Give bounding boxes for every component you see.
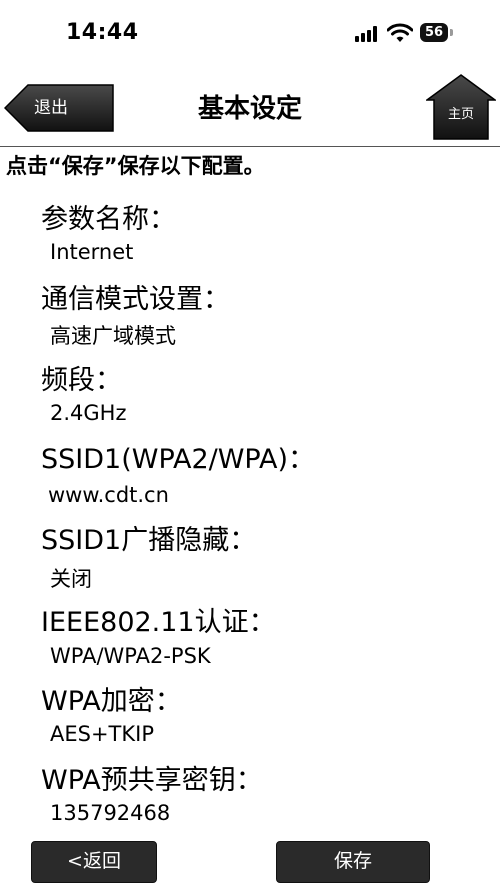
battery-level: 56 <box>424 25 444 40</box>
wifi-icon <box>386 23 414 43</box>
param-label-band: 频段： <box>41 365 122 396</box>
home-button[interactable]: 主页 <box>426 74 496 140</box>
param-label-ssid1-hidden: SSID1广播隐藏： <box>41 525 257 556</box>
param-label-psk: WPA预共享密钥： <box>41 765 263 796</box>
param-value-name: Internet <box>50 240 134 264</box>
param-label-encryption: WPA加密： <box>41 686 182 717</box>
save-instruction: 点击“保存”保存以下配置。 <box>6 154 265 178</box>
return-button[interactable]: <返回 <box>31 841 157 883</box>
param-label-ssid1: SSID1(WPA2/WPA)： <box>41 444 315 475</box>
param-label-name: 参数名称： <box>41 204 176 235</box>
param-label-auth: IEEE802.11认证： <box>41 607 276 638</box>
param-value-band: 2.4GHz <box>50 401 127 425</box>
status-time: 14:44 <box>66 20 139 45</box>
home-button-label: 主页 <box>447 107 474 122</box>
page-title: 基本设定 <box>197 94 302 124</box>
param-value-ssid1-hidden: 关闭 <box>50 567 92 591</box>
status-bar: 14:44 56 <box>0 0 500 70</box>
battery-icon: 56 <box>420 23 454 42</box>
nav-bar: 退出 基本设定 主页 <box>0 70 500 147</box>
param-value-auth: WPA/WPA2-PSK <box>50 644 211 668</box>
param-value-encryption: AES+TKIP <box>50 722 155 746</box>
param-value-comm-mode: 高速广域模式 <box>50 324 176 348</box>
save-button[interactable]: 保存 <box>276 841 430 883</box>
cellular-signal-icon <box>355 26 381 42</box>
param-value-psk: 135792468 <box>50 801 171 825</box>
param-label-comm-mode: 通信模式设置： <box>41 284 230 315</box>
param-value-ssid1: www.cdt.cn <box>48 483 169 507</box>
